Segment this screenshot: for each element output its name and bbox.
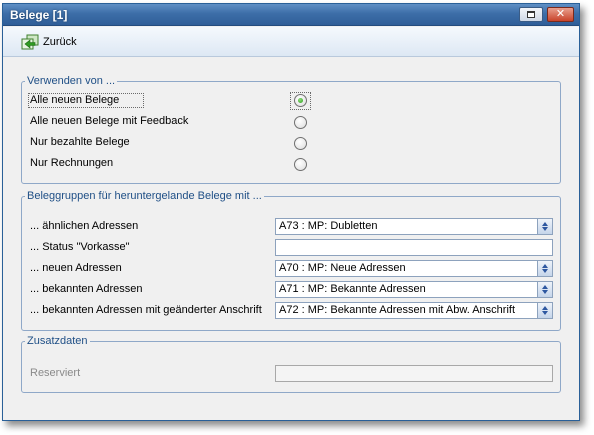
label-bekannte-adressen: ... bekannten Adressen [30,283,143,295]
spin-updown-icon[interactable] [537,219,552,234]
green-arrow-back-icon [21,34,39,50]
combo-geaenderte-anschrift[interactable]: A72 : MP: Bekannte Adressen mit Abw. Ans… [275,302,553,319]
belege-window: Belege [1] ✕ Zurück Verwenden von ... Al… [2,3,580,421]
radio-feedback[interactable] [294,116,307,129]
combo-neue-adressen[interactable]: A70 : MP: Neue Adressen [275,260,553,277]
label-status-vorkasse: ... Status "Vorkasse" [30,241,130,253]
restore-icon [527,11,535,18]
zusatzdaten-group: Zusatzdaten Reserviert [21,335,561,393]
verwenden-group: Verwenden von ... Alle neuen Belege Alle… [21,75,561,184]
radio-rechnungen[interactable] [294,158,307,171]
window-title: Belege [1] [10,8,68,22]
combo-aehnliche-adressen[interactable]: A73 : MP: Dubletten [275,218,553,235]
restore-button[interactable] [519,7,543,22]
radio-alle-neuen[interactable] [294,94,307,107]
option-label-rechnungen[interactable]: Nur Rechnungen [30,157,113,169]
verwenden-legend: Verwenden von ... [25,75,118,88]
option-label-feedback[interactable]: Alle neuen Belege mit Feedback [30,115,188,127]
combo-value: A72 : MP: Bekannte Adressen mit Abw. Ans… [279,304,516,316]
zusatzdaten-legend: Zusatzdaten [25,335,90,348]
combo-value: A71 : MP: Bekannte Adressen [279,283,426,295]
combo-value: A73 : MP: Dubletten [279,220,378,232]
back-button-label: Zurück [43,36,77,48]
beleggruppen-legend: Beleggruppen für heruntergelande Belege … [25,190,264,203]
back-button[interactable]: Zurück [21,34,77,50]
label-neue-adressen: ... neuen Adressen [30,262,122,274]
spin-updown-icon[interactable] [537,261,552,276]
label-geaenderte-anschrift: ... bekannten Adressen mit geänderter An… [30,304,262,316]
label-aehnliche-adressen: ... ähnlichen Adressen [30,220,139,232]
radio-bezahlt[interactable] [294,137,307,150]
toolbar: Zurück [3,27,579,57]
beleggruppen-group: Beleggruppen für heruntergelande Belege … [21,190,561,331]
spin-updown-icon[interactable] [537,303,552,318]
title-bar[interactable]: Belege [1] ✕ [3,4,579,26]
label-reserviert: Reserviert [30,367,81,379]
input-reserviert [275,365,553,382]
combo-value: A70 : MP: Neue Adressen [279,262,406,274]
option-label-bezahlt[interactable]: Nur bezahlte Belege [30,136,130,148]
combo-bekannte-adressen[interactable]: A71 : MP: Bekannte Adressen [275,281,553,298]
spin-updown-icon[interactable] [537,282,552,297]
close-button[interactable]: ✕ [547,7,574,22]
close-icon: ✕ [555,8,566,20]
option-label-alle-neuen[interactable]: Alle neuen Belege [30,94,119,106]
input-status-vorkasse[interactable] [275,239,553,256]
